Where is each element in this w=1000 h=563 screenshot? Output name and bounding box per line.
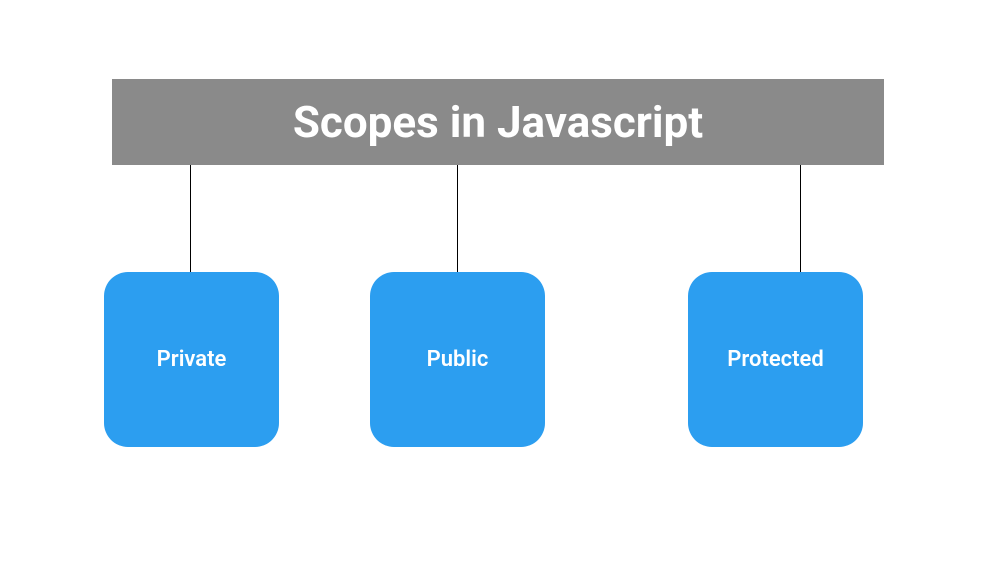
connector-line-public: [457, 165, 458, 272]
scope-label-protected: Protected: [727, 347, 824, 372]
diagram-title-box: Scopes in Javascript: [112, 79, 884, 165]
scope-box-public: Public: [370, 272, 545, 447]
scope-box-protected: Protected: [688, 272, 863, 447]
connector-line-protected: [800, 165, 801, 272]
diagram-title: Scopes in Javascript: [293, 96, 703, 148]
scope-label-private: Private: [157, 347, 227, 372]
scope-box-private: Private: [104, 272, 279, 447]
connector-line-private: [190, 165, 191, 272]
scope-label-public: Public: [427, 347, 489, 372]
